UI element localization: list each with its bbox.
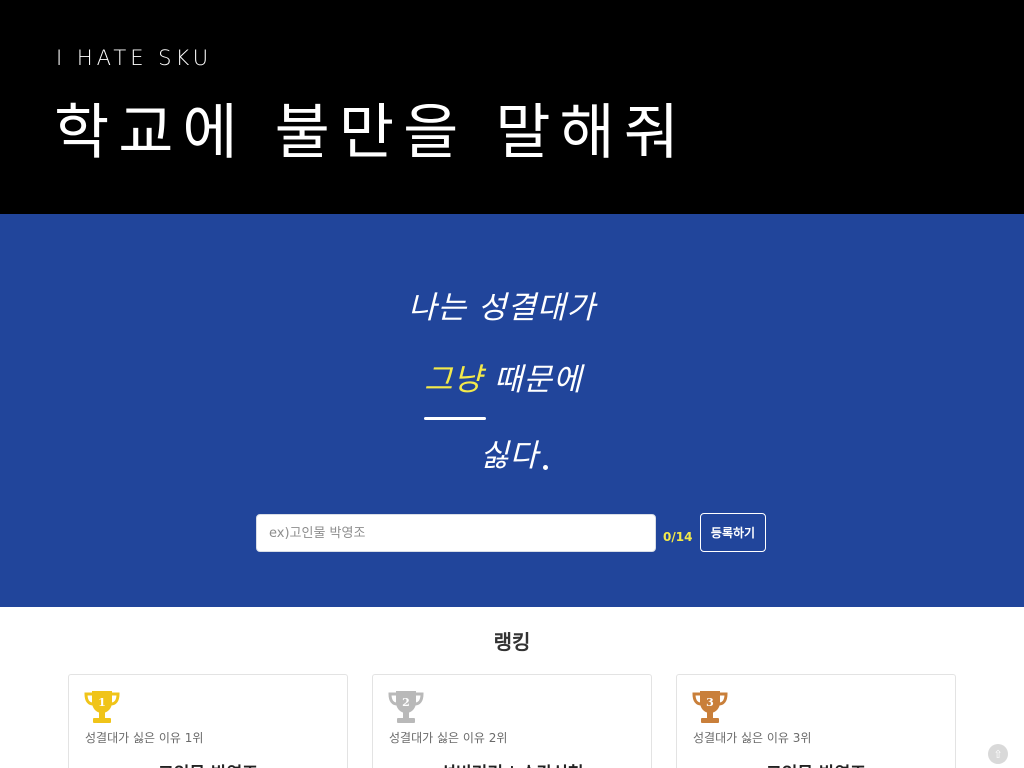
hero-line-3: 싫다 — [480, 438, 540, 474]
register-button[interactable]: 등록하기 — [700, 513, 766, 552]
hero-blank-underline — [424, 417, 486, 420]
trophy-rank-number: 3 — [706, 696, 714, 709]
ranking-reason: 성빈리리 | 수강신청 — [373, 759, 651, 768]
ranking-card-3[interactable]: 3 성결대가 싫은 이유 3위 고인물 박영조 — [676, 674, 956, 768]
ranking-card-2[interactable]: 2 성결대가 싫은 이유 2위 성빈리리 | 수강신청 — [372, 674, 652, 768]
page-title: 학교에 불만을 말해줘 — [54, 98, 688, 168]
hero-blank-word: 그냥 — [424, 362, 484, 398]
trophy-icon: 3 — [692, 691, 728, 723]
reason-input[interactable] — [256, 514, 656, 552]
hero-line-1: 나는 성결대가 — [408, 290, 596, 326]
ranking-reason: 고인물 박영조 — [677, 759, 955, 768]
page-header: I HATE SKU 학교에 불만을 말해줘 — [0, 0, 1024, 214]
scroll-badge-icon[interactable]: ⇧ — [988, 744, 1008, 764]
ranking-caption: 성결대가 싫은 이유 2위 — [389, 731, 508, 745]
ranking-card-1[interactable]: 1 성결대가 싫은 이유 1위 고인물 박영조 — [68, 674, 348, 768]
site-eyebrow: I HATE SKU — [56, 46, 213, 70]
trophy-rank-number: 2 — [402, 696, 410, 709]
ranking-section: 랭킹 1 성결대가 싫은 이유 1위 고인물 박영조 2 성결대가 싫은 이유 … — [0, 607, 1024, 768]
trophy-icon: 1 — [84, 691, 120, 723]
ranking-reason: 고인물 박영조 — [69, 759, 347, 768]
ranking-heading: 랭킹 — [493, 630, 531, 654]
ranking-caption: 성결대가 싫은 이유 1위 — [85, 731, 204, 745]
hero-line-2: 그냥 때문에 — [424, 354, 582, 399]
hero-line-2-rest: 때문에 — [483, 362, 583, 398]
trophy-rank-number: 1 — [98, 696, 106, 709]
hero-section: 나는 성결대가 그냥 때문에 싫다 0/14 등록하기 — [0, 214, 1024, 607]
trophy-icon: 2 — [388, 691, 424, 723]
character-counter: 0/14 — [663, 530, 693, 544]
ranking-caption: 성결대가 싫은 이유 3위 — [693, 731, 812, 745]
hero-period-dot — [543, 465, 548, 470]
